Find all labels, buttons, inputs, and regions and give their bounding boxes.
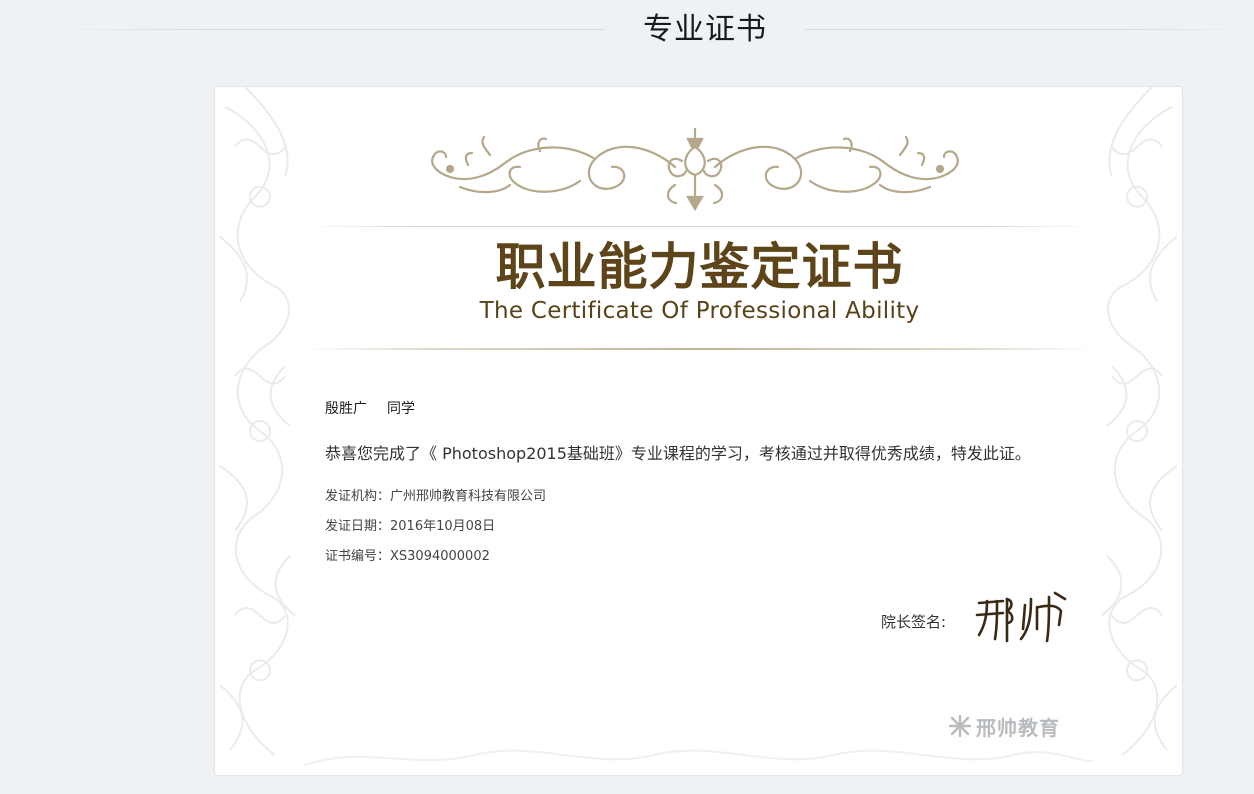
flourish-ornament-icon bbox=[420, 125, 970, 217]
student-name: 殷胜广 bbox=[325, 401, 367, 417]
damask-border-bottom bbox=[215, 735, 1182, 775]
brand-logo-icon bbox=[948, 714, 972, 738]
brand-watermark: 邢帅教育 bbox=[948, 712, 1060, 740]
certificate-card: 职业能力鉴定证书 The Certificate Of Professional… bbox=[214, 86, 1183, 776]
certificate-subtitle: The Certificate Of Professional Ability bbox=[479, 298, 920, 324]
header-divider-right bbox=[805, 29, 1254, 30]
certificate-number-info: 证书编号：XS3094000002 bbox=[325, 549, 490, 564]
student-role: 同学 bbox=[387, 401, 415, 417]
header-divider-left bbox=[40, 29, 605, 30]
damask-border-left bbox=[215, 87, 305, 775]
dean-signature-label: 院长签名: bbox=[881, 613, 947, 631]
damask-border-right bbox=[1092, 87, 1182, 775]
section-title: 专业证书 bbox=[643, 12, 767, 47]
issue-date-info: 发证日期：2016年10月08日 bbox=[325, 519, 496, 534]
brand-watermark-text: 邢帅教育 bbox=[976, 715, 1060, 740]
certificate-page: 专业证书 职业能力鉴定证书 The Certificate Of Profess… bbox=[0, 0, 1254, 794]
certificate-title: 职业能力鉴定证书 bbox=[495, 238, 904, 296]
issuer-info: 发证机构：广州邢帅教育科技有限公司 bbox=[325, 489, 547, 504]
congratulation-message: 恭喜您完成了《 Photoshop2015基础班》专业课程的学习，考核通过并取得… bbox=[325, 444, 1031, 463]
title-rule-top bbox=[305, 226, 1094, 227]
title-rule-bottom bbox=[305, 348, 1094, 350]
dean-signature-icon bbox=[973, 589, 1073, 643]
student-line: 殷胜广 同学 bbox=[325, 399, 415, 419]
